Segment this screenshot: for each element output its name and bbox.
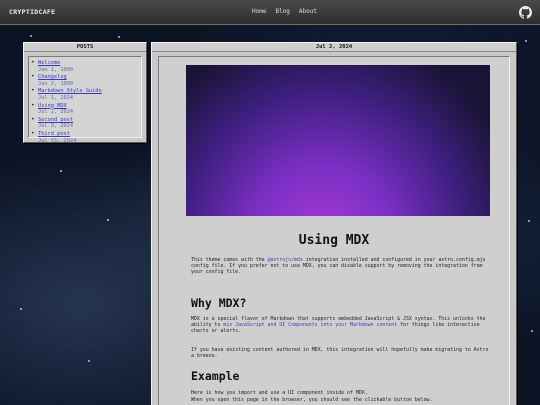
list-item: Using MDX Jul 2, 2024	[31, 102, 137, 116]
post-link[interactable]: Third post	[38, 131, 137, 138]
post-date: Jan 1, 1000	[38, 66, 74, 73]
mdx-integration-link[interactable]: @astrojs/mdx	[268, 257, 303, 263]
star	[118, 36, 120, 38]
post-link[interactable]: Second post	[38, 117, 137, 124]
example-paragraph: Here is how you import and use a UI comp…	[191, 390, 368, 396]
star	[60, 170, 62, 172]
why-mdx-paragraph: MDX is a special flavor of Markdown that…	[191, 316, 491, 335]
post-date: Jul 9, 2024	[38, 123, 74, 130]
star	[531, 330, 533, 332]
article-window: Jul 2, 2024 Using MDX This theme comes w…	[151, 42, 517, 405]
star	[30, 35, 32, 37]
list-item: Welcome Jan 1, 1000	[31, 59, 137, 73]
hero-image	[186, 65, 490, 216]
mix-components-link[interactable]: mix JavaScript and UI Components into yo…	[223, 322, 397, 328]
site-brand[interactable]: CRYPTIDCAFE	[9, 8, 55, 16]
star	[528, 220, 530, 222]
example-paragraph-2: When you open this page in the browser, …	[191, 397, 433, 403]
post-date: Jan 2, 1000	[38, 80, 74, 87]
star	[525, 40, 527, 42]
star	[20, 308, 22, 310]
existing-content-paragraph: If you have existing content authored in…	[191, 347, 489, 360]
nav-blog-link[interactable]: Blog	[275, 8, 289, 15]
github-icon[interactable]	[519, 6, 532, 19]
nav-about-link[interactable]: About	[299, 8, 317, 15]
post-link[interactable]: Using MDX	[38, 103, 137, 110]
post-link[interactable]: Welcome	[38, 60, 137, 67]
star	[88, 360, 90, 362]
list-item: Second post Jul 9, 2024	[31, 116, 137, 130]
post-link[interactable]: Changelog	[38, 74, 137, 81]
example-heading: Example	[191, 369, 240, 383]
intro-text: This theme comes with the	[191, 257, 268, 263]
article-content[interactable]: Using MDX This theme comes with the @ast…	[158, 56, 510, 405]
post-date: Jul 15, 2024	[38, 137, 77, 144]
article-window-title: Jul 2, 2024	[152, 43, 516, 52]
list-item: Third post Jul 15, 2024	[31, 130, 137, 144]
list-item: Changelog Jan 2, 1000	[31, 73, 137, 87]
post-date: Jul 2, 2024	[38, 109, 74, 116]
star	[107, 219, 109, 221]
posts-window: POSTS Welcome Jan 1, 1000 Changelog Jan …	[23, 42, 147, 144]
posts-list: Welcome Jan 1, 1000 Changelog Jan 2, 100…	[31, 59, 137, 144]
list-item: Markdown Style Guide Jul 1, 2024	[31, 87, 137, 101]
posts-list-panel: Welcome Jan 1, 1000 Changelog Jan 2, 100…	[28, 56, 142, 144]
article-title: Using MDX	[298, 233, 370, 248]
post-link[interactable]: Markdown Style Guide	[38, 88, 137, 95]
intro-paragraph: This theme comes with the @astrojs/mdx i…	[191, 257, 491, 276]
top-navigation-bar: CRYPTIDCAFE Home Blog About	[0, 0, 540, 25]
why-mdx-heading: Why MDX?	[191, 296, 247, 310]
nav-home-link[interactable]: Home	[252, 8, 266, 15]
post-date: Jul 1, 2024	[38, 94, 74, 101]
main-nav: Home Blog About	[252, 8, 317, 15]
posts-window-title: POSTS	[24, 43, 146, 52]
